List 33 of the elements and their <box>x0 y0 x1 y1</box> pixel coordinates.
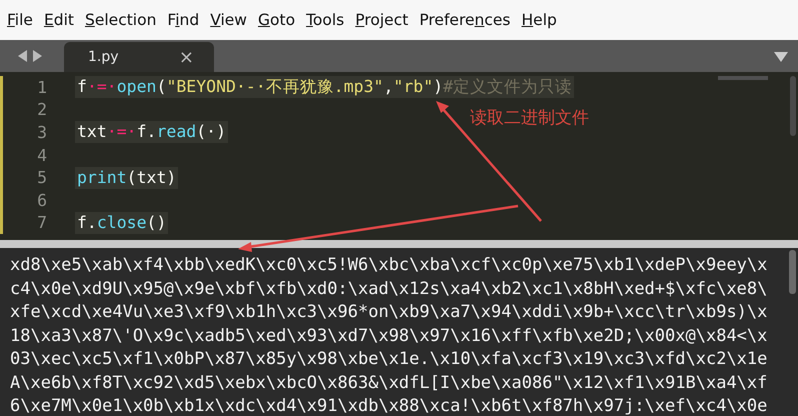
output-line: 6\xe7M\x0e1\x0b\xb1x\xdc\xd4\x91\xdb\x88\xca!\xb6t\xf87h\x97j:\xef\xc4\x0e <box>10 395 768 416</box>
output-line: 18\xa3\x87\'O\x9c\xadb5\xed\x93\xd7\x98\x97\x16\xff\xfb\xe2D;\x00x@\x84<\x <box>10 324 768 348</box>
file-tab[interactable]: 1.py × <box>64 42 214 72</box>
menu-item[interactable]: File <box>7 11 33 29</box>
scrollbar[interactable] <box>789 250 796 294</box>
menu-item[interactable]: Tools <box>306 11 344 29</box>
menu-item[interactable]: Edit <box>44 11 74 29</box>
output-line: 03\xec\xc5\xf1\x0bP\x87\x85y\x98\xbe\x1e.\x10\xfa\xcf3\x19\xc3\xfd\xc2\x1e <box>10 348 768 371</box>
annotation-label: 读取二进制文件 <box>470 107 589 129</box>
close-icon[interactable]: × <box>178 46 194 68</box>
line-number: 5 <box>36 168 48 188</box>
line-number: 3 <box>36 122 48 142</box>
line-number: 6 <box>36 190 48 210</box>
splitter[interactable] <box>0 240 798 248</box>
right-arrow-icon[interactable] <box>33 50 42 62</box>
line-number: 7 <box>36 213 48 232</box>
menu-item[interactable]: Help <box>522 11 557 29</box>
output-line: xd8\xe5\xab\xf4\xbb\xedK\xc0\xc5!W6\xbc\xba\xcf\xc0p\xe75\xb1\xdeP\x9eey\x <box>10 254 768 277</box>
line-number: 4 <box>36 146 48 165</box>
scrollbar[interactable] <box>790 76 796 136</box>
line-number: 2 <box>36 100 48 120</box>
left-arrow-icon[interactable] <box>18 50 27 62</box>
output-line: xfe\xcd\xe4Vu\xe3\xf9\xb1h\xc3\x96*on\xb9\xa7\x94\xddi\x9b+\xcc\tr\xb9s)\x <box>10 301 768 324</box>
menu-item[interactable]: Preferences <box>419 11 510 29</box>
menu-item[interactable]: Selection <box>84 11 156 29</box>
menu-item[interactable]: Goto <box>258 11 296 29</box>
dropdown-icon[interactable] <box>774 52 788 62</box>
output-line: c4\x0e\xd9U\x95@\x9e\xbf\xfb\xd0:\xad\x12s\xa4\xb2\xc1\x8bH\xed+$\xfc\xe8\ <box>10 278 768 300</box>
menu-item[interactable]: View <box>210 11 247 29</box>
line-number: 1 <box>36 78 48 97</box>
menu-item[interactable]: Find <box>167 11 200 29</box>
output-line: A\xe6b\xf8T\xc92\xd5\xebx\xbcO\x863&\xdfL[I\xbe\xa086"\x12\xf1\x91B\xa4\xf <box>10 372 768 394</box>
menu-item[interactable]: Project <box>355 11 408 29</box>
